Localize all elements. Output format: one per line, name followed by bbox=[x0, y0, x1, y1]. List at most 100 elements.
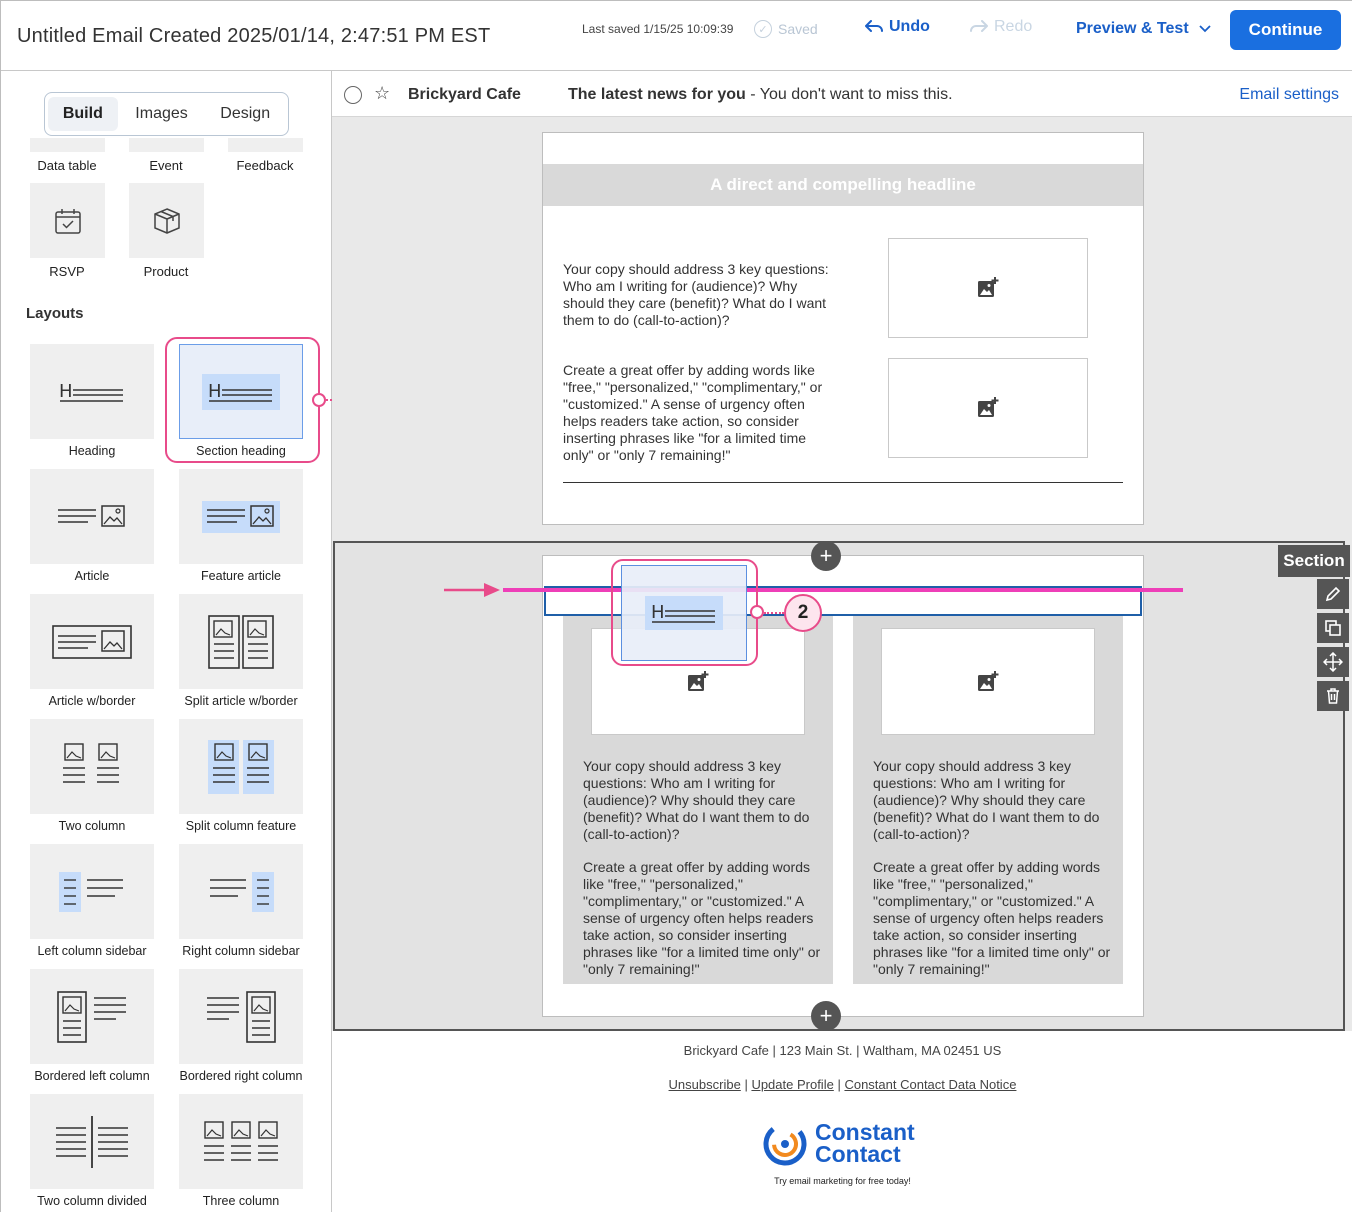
bordered-right-column-layout-icon bbox=[207, 990, 276, 1043]
layout-label-article-border: Article w/border bbox=[48, 694, 136, 708]
brand-line-1: Constant bbox=[815, 1119, 915, 1145]
block-tile-feedback[interactable] bbox=[228, 138, 303, 152]
add-image-icon bbox=[688, 670, 709, 691]
split-column-feature-layout-icon bbox=[208, 739, 274, 794]
add-image-icon bbox=[978, 397, 999, 417]
redo-button[interactable]: Redo bbox=[970, 18, 1032, 36]
email-footer: Brickyard Cafe | 123 Main St. | Waltham,… bbox=[332, 1031, 1352, 1212]
preview-test-dropdown[interactable]: Preview & Test bbox=[1076, 20, 1211, 38]
right-column-sidebar-layout-icon bbox=[210, 871, 274, 912]
unsubscribe-link[interactable]: Unsubscribe bbox=[669, 1077, 741, 1092]
sidebar-tabs: Build Images Design bbox=[44, 92, 289, 136]
last-saved-text: Last saved 1/15/25 10:09:39 bbox=[582, 22, 734, 36]
layout-tile-bordered-left-column[interactable] bbox=[30, 969, 154, 1064]
block-tile-product[interactable] bbox=[129, 183, 204, 258]
layouts-heading: Layouts bbox=[26, 305, 84, 322]
layout-tile-bordered-right-column[interactable] bbox=[179, 969, 303, 1064]
edit-section-button[interactable] bbox=[1317, 579, 1349, 609]
callout-1-box bbox=[165, 337, 320, 463]
headline-text: A direct and compelling headline bbox=[710, 175, 976, 194]
layout-tile-two-column[interactable] bbox=[30, 719, 154, 814]
footer-tagline: Try email marketing for free today! bbox=[774, 1176, 911, 1186]
block-tile-rsvp[interactable] bbox=[30, 183, 105, 258]
layout-label-article: Article bbox=[74, 569, 110, 583]
column-right[interactable]: Your copy should address 3 key questions… bbox=[853, 616, 1123, 984]
preheader-text: - You don't want to miss this. bbox=[745, 86, 953, 103]
column-paragraph-2[interactable]: Create a great offer by adding words lik… bbox=[583, 859, 821, 978]
block-tile-data-table[interactable] bbox=[30, 138, 105, 152]
image-placeholder[interactable] bbox=[881, 628, 1095, 735]
three-column-layout-icon bbox=[204, 1120, 278, 1161]
article-border-layout-icon bbox=[52, 624, 132, 659]
layout-tile-heading[interactable]: H bbox=[30, 344, 154, 439]
constant-contact-logo[interactable]: Constant Contact bbox=[762, 1119, 932, 1171]
add-section-below-button[interactable]: + bbox=[811, 1001, 841, 1031]
move-arrows-icon bbox=[1323, 652, 1343, 672]
layout-tile-article[interactable] bbox=[30, 469, 154, 564]
column-paragraph-1[interactable]: Your copy should address 3 key questions… bbox=[583, 758, 821, 843]
article-paragraph-1[interactable]: Your copy should address 3 key questions… bbox=[563, 261, 835, 329]
footer-links: Unsubscribe | Update Profile | Constant … bbox=[332, 1077, 1352, 1092]
saved-status: ✓ Saved bbox=[754, 20, 818, 38]
trash-icon bbox=[1327, 688, 1339, 704]
data-notice-link[interactable]: Constant Contact Data Notice bbox=[844, 1077, 1016, 1092]
pencil-icon bbox=[1325, 586, 1341, 602]
column-paragraph-2[interactable]: Create a great offer by adding words lik… bbox=[873, 859, 1111, 978]
drop-arrow-icon bbox=[444, 583, 500, 597]
column-left[interactable]: Your copy should address 3 key questions… bbox=[563, 616, 833, 984]
block-tile-event[interactable] bbox=[129, 138, 204, 152]
layout-label-right-column-sidebar: Right column sidebar bbox=[182, 944, 300, 958]
split-article-border-layout-icon bbox=[208, 614, 274, 669]
product-box-icon bbox=[153, 207, 180, 234]
tab-images[interactable]: Images bbox=[122, 97, 202, 131]
image-placeholder[interactable] bbox=[888, 238, 1088, 338]
email-settings-link[interactable]: Email settings bbox=[1239, 86, 1339, 104]
calendar-check-icon bbox=[54, 208, 81, 234]
two-column-divided-layout-icon bbox=[56, 1115, 128, 1168]
check-circle-icon: ✓ bbox=[754, 20, 772, 38]
continue-button[interactable]: Continue bbox=[1230, 10, 1341, 50]
heading-layout-icon: H bbox=[59, 381, 123, 402]
block-label-data-table: Data table bbox=[37, 158, 97, 173]
move-section-button[interactable] bbox=[1317, 647, 1349, 677]
duplicate-section-button[interactable] bbox=[1317, 613, 1349, 643]
article-paragraph-2[interactable]: Create a great offer by adding words lik… bbox=[563, 362, 835, 464]
build-sidebar: Build Images Design Data table Event Fee… bbox=[1, 71, 332, 1212]
star-icon[interactable]: ☆ bbox=[374, 83, 390, 104]
layout-tile-left-column-sidebar[interactable] bbox=[30, 844, 154, 939]
email-block-article[interactable]: A direct and compelling headline Your co… bbox=[542, 132, 1144, 525]
layout-tile-two-column-divided[interactable] bbox=[30, 1094, 154, 1189]
layout-tile-split-column-feature[interactable] bbox=[179, 719, 303, 814]
subject-text: The latest news for you bbox=[568, 86, 746, 103]
svg-text:H: H bbox=[59, 381, 73, 402]
undo-button[interactable]: Undo bbox=[865, 18, 930, 36]
layout-tile-three-column[interactable] bbox=[179, 1094, 303, 1189]
layout-tile-feature-article[interactable] bbox=[179, 469, 303, 564]
email-title[interactable]: Untitled Email Created 2025/01/14, 2:47:… bbox=[17, 25, 490, 48]
layout-label-split-article-border: Split article w/border bbox=[184, 694, 298, 708]
layout-tile-right-column-sidebar[interactable] bbox=[179, 844, 303, 939]
update-profile-link[interactable]: Update Profile bbox=[751, 1077, 833, 1092]
tab-build[interactable]: Build bbox=[48, 97, 118, 131]
layout-label-bordered-left-column: Bordered left column bbox=[34, 1069, 150, 1083]
layout-tile-article-border[interactable] bbox=[30, 594, 154, 689]
add-image-icon bbox=[978, 670, 999, 691]
layout-tile-split-article-border[interactable] bbox=[179, 594, 303, 689]
column-paragraph-1[interactable]: Your copy should address 3 key questions… bbox=[873, 758, 1111, 843]
add-section-above-button[interactable]: + bbox=[811, 541, 841, 571]
layout-label-bordered-right-column: Bordered right column bbox=[179, 1069, 303, 1083]
saved-label: Saved bbox=[778, 21, 818, 37]
tab-design[interactable]: Design bbox=[205, 97, 285, 131]
layout-label-three-column: Three column bbox=[202, 1194, 280, 1208]
undo-label: Undo bbox=[889, 18, 930, 35]
image-placeholder[interactable] bbox=[888, 358, 1088, 458]
block-label-rsvp: RSVP bbox=[49, 264, 85, 279]
chevron-down-icon bbox=[1199, 25, 1211, 33]
delete-section-button[interactable] bbox=[1317, 681, 1349, 711]
app-window: Untitled Email Created 2025/01/14, 2:47:… bbox=[0, 0, 1352, 1212]
callout-2-dot bbox=[750, 605, 764, 619]
bordered-left-column-layout-icon bbox=[57, 990, 126, 1043]
select-radio[interactable] bbox=[344, 86, 362, 104]
headline-bar[interactable]: A direct and compelling headline bbox=[543, 164, 1143, 206]
subject-line[interactable]: The latest news for you - You don't want… bbox=[568, 86, 953, 104]
